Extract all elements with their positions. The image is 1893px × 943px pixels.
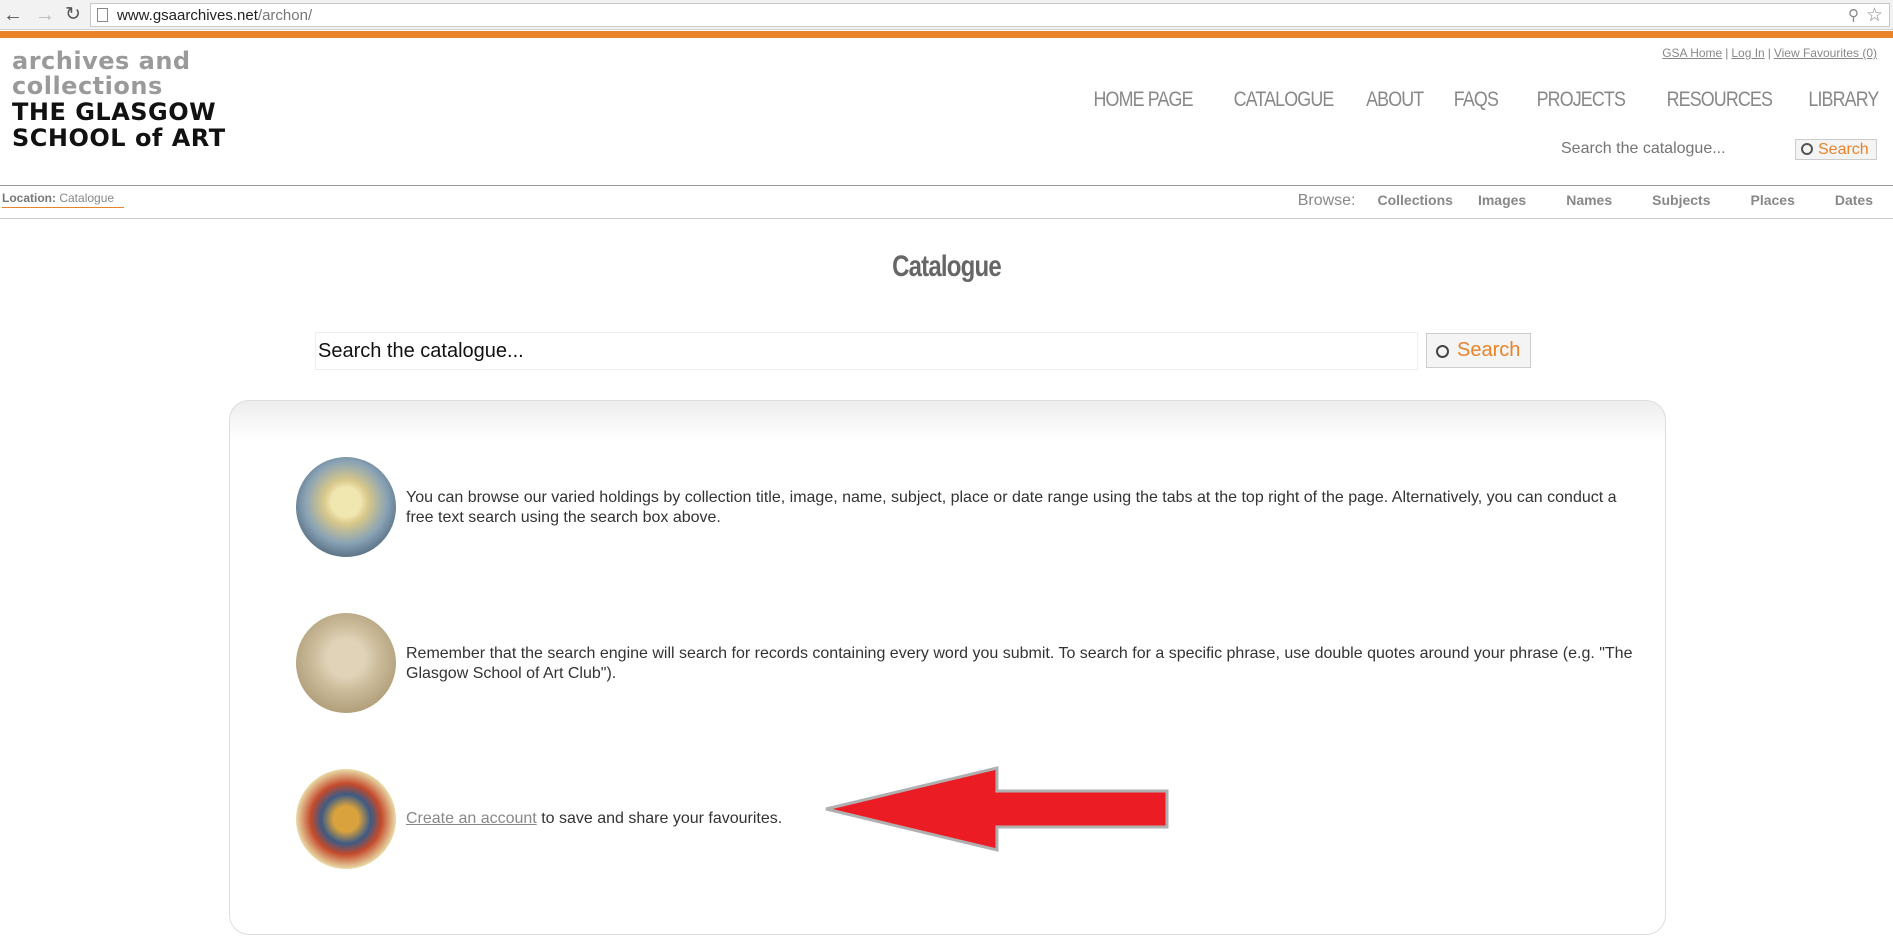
separator: | (1725, 46, 1729, 60)
logo-line: ARCHIVES and (12, 47, 191, 75)
catalogue-search: Search (315, 332, 1532, 372)
location-value[interactable]: Catalogue (59, 191, 114, 205)
search-icon (1801, 143, 1813, 155)
logo-line: THE GLASGOW (12, 98, 217, 126)
view-favourites-link[interactable]: View Favourites (0) (1774, 46, 1877, 60)
header-search-button[interactable]: Search (1795, 139, 1877, 160)
login-link[interactable]: Log In (1731, 46, 1764, 60)
search-icon (1436, 345, 1449, 358)
main-nav: HOME PAGE CATALOGUE ABOUT FAQS PROJECTS … (1053, 88, 1879, 112)
forward-arrow-icon[interactable]: → (34, 4, 56, 26)
red-arrow-annotation (825, 766, 1169, 852)
nav-home-page[interactable]: HOME PAGE (1094, 88, 1194, 112)
site-logo[interactable]: ARCHIVES and COLLECTIONS THE GLASGOW SCH… (12, 47, 242, 152)
catalogue-search-input[interactable] (315, 332, 1418, 370)
bookmark-star-icon[interactable]: ☆ (1866, 4, 1883, 27)
create-account-text: to save and share your favourites. (536, 810, 783, 827)
header-accent-bar (0, 31, 1893, 38)
separator: | (1767, 46, 1771, 60)
key-icon[interactable]: ⚲ (1848, 6, 1859, 24)
info-text: Remember that the search engine will sea… (406, 645, 1633, 682)
logo-line: SCHOOL of ART (12, 124, 226, 152)
nav-catalogue[interactable]: CATALOGUE (1233, 88, 1334, 112)
catalogue-search-button-label: Search (1457, 339, 1521, 361)
info-panel: You can browse our varied holdings by co… (229, 400, 1666, 935)
location-browse-bar: Location: Catalogue Browse: Collections … (0, 185, 1893, 219)
nav-faqs[interactable]: FAQS (1454, 88, 1499, 112)
tab-places[interactable]: Places (1750, 192, 1794, 208)
arrow-shape (825, 766, 1169, 852)
catalogue-search-button[interactable]: Search (1426, 333, 1531, 368)
url-host: www.gsaarchives.net (117, 7, 258, 24)
header-search-input[interactable] (1558, 138, 1793, 160)
url-path: /archon/ (257, 7, 313, 24)
tab-collections[interactable]: Collections (1377, 192, 1452, 208)
nav-resources[interactable]: RESOURCES (1667, 88, 1773, 112)
nav-library[interactable]: LIBRARY (1808, 88, 1879, 112)
browser-toolbar: ← → ↻ www.gsaarchives.net/archon/ ⚲ ☆ (0, 0, 1893, 30)
info-text: You can browse our varied holdings by co… (406, 489, 1617, 526)
browse-label: Browse: (1297, 192, 1356, 209)
gsa-home-link[interactable]: GSA Home (1662, 46, 1722, 60)
page-title: Catalogue (892, 250, 1002, 283)
tab-subjects[interactable]: Subjects (1652, 192, 1710, 208)
thumbnail-image (296, 769, 396, 869)
header-search-button-label: Search (1818, 141, 1869, 158)
tab-names[interactable]: Names (1566, 192, 1612, 208)
list-item: You can browse our varied holdings by co… (296, 457, 1636, 557)
breadcrumb: Location: Catalogue (2, 191, 125, 208)
thumbnail-image (296, 613, 396, 713)
tab-images[interactable]: Images (1478, 192, 1526, 208)
logo-line: COLLECTIONS (12, 72, 163, 100)
list-item: Remember that the search engine will sea… (296, 613, 1636, 713)
tab-dates[interactable]: Dates (1835, 192, 1873, 208)
url-text[interactable]: www.gsaarchives.net/archon/ (117, 7, 312, 24)
page-icon (97, 8, 108, 22)
back-arrow-icon[interactable]: ← (2, 4, 24, 26)
address-bar[interactable]: www.gsaarchives.net/archon/ ⚲ ☆ (90, 3, 1890, 27)
browse-tabs: Browse: Collections Images Names Subject… (1298, 192, 1873, 210)
thumbnail-image (296, 457, 396, 557)
top-links: GSA Home | Log In | View Favourites (0) (1662, 46, 1877, 60)
reload-icon[interactable]: ↻ (62, 4, 84, 26)
create-account-link[interactable]: Create an account (406, 810, 537, 827)
nav-projects[interactable]: PROJECTS (1537, 88, 1626, 112)
nav-about[interactable]: ABOUT (1366, 88, 1424, 112)
location-label: Location: (2, 191, 56, 205)
